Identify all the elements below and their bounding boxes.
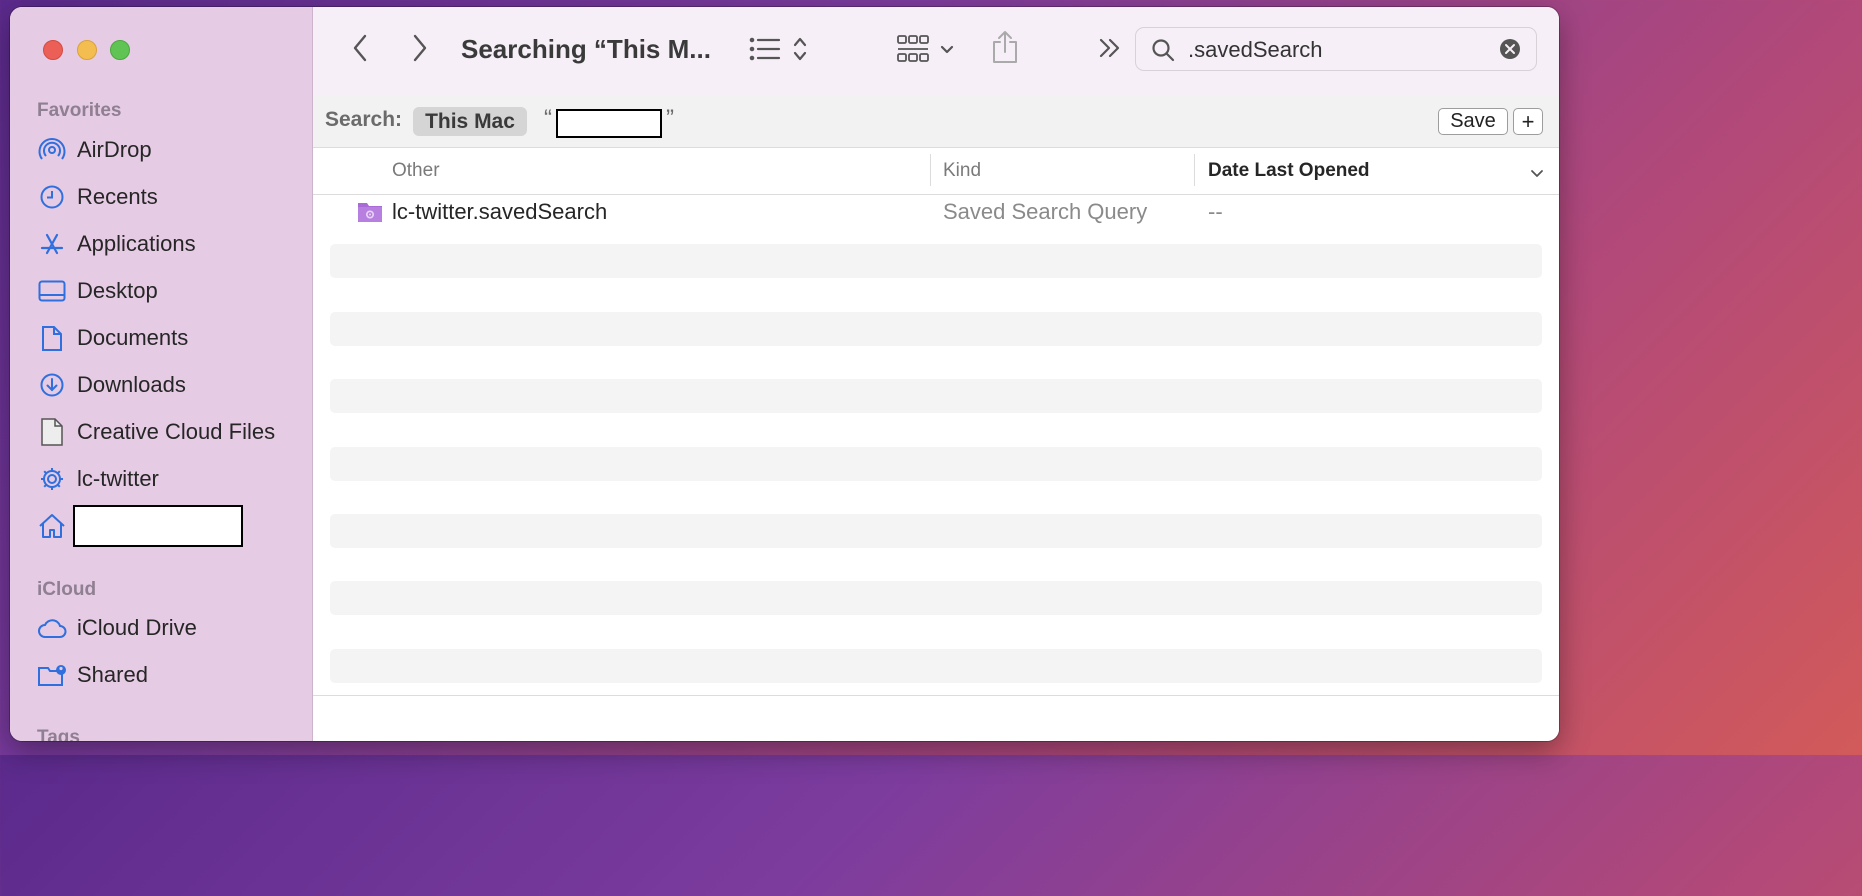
toolbar: Searching “This M... xyxy=(313,7,1559,96)
column-date-last-opened[interactable]: Date Last Opened xyxy=(1208,160,1370,182)
empty-row xyxy=(330,514,1542,548)
chevron-down-icon xyxy=(940,42,954,60)
sidebar-item-label: AirDrop xyxy=(77,137,152,162)
sidebar-item-label: lc-twitter xyxy=(77,466,159,491)
sidebar-item-home[interactable] xyxy=(37,505,302,547)
sidebar-item-label: Documents xyxy=(77,325,189,350)
empty-row xyxy=(330,649,1542,683)
sidebar-item-recents[interactable]: Recents xyxy=(37,177,302,217)
list-view-icon xyxy=(749,37,781,66)
column-divider[interactable] xyxy=(1194,154,1195,186)
view-options-button[interactable] xyxy=(743,34,813,68)
scope-this-mac-button[interactable]: This Mac xyxy=(413,107,527,136)
sidebar-item-shared[interactable]: Shared xyxy=(37,655,302,695)
clear-search-icon[interactable] xyxy=(1499,38,1521,65)
sidebar-item-label: Downloads xyxy=(77,372,186,397)
sidebar-item-label: Recents xyxy=(77,184,158,209)
applications-icon xyxy=(37,230,67,258)
home-icon xyxy=(37,512,67,540)
shared-folder-icon xyxy=(37,661,67,689)
share-button[interactable] xyxy=(988,29,1022,69)
table-row[interactable]: lc-twitter.savedSearch Saved Search Quer… xyxy=(330,195,1542,229)
more-toolbar-items-button[interactable] xyxy=(1095,35,1125,65)
add-criteria-button[interactable]: + xyxy=(1513,108,1543,135)
favorites-header: Favorites xyxy=(37,100,122,121)
open-quote: “ xyxy=(544,105,552,132)
gear-icon xyxy=(37,465,67,493)
file-name: lc-twitter.savedSearch xyxy=(392,199,608,224)
clock-icon xyxy=(37,183,67,211)
file-date: -- xyxy=(1208,199,1223,224)
back-button[interactable] xyxy=(345,34,375,67)
zoom-window-button[interactable] xyxy=(110,40,130,60)
sidebar-item-label: Desktop xyxy=(77,278,158,303)
double-chevron-right-icon xyxy=(1098,37,1122,64)
empty-row xyxy=(330,244,1542,278)
status-bar xyxy=(313,695,1559,741)
save-search-button[interactable]: Save xyxy=(1438,108,1508,135)
search-field xyxy=(1135,27,1537,71)
sidebar-item-documents[interactable]: Documents xyxy=(37,318,302,358)
close-quote: ” xyxy=(666,105,674,132)
sidebar-item-label: Shared xyxy=(77,662,148,687)
sidebar-item-airdrop[interactable]: AirDrop xyxy=(37,130,302,170)
sidebar-item-label: iCloud Drive xyxy=(77,615,197,640)
empty-row xyxy=(330,379,1542,413)
chevron-right-icon xyxy=(412,34,428,67)
desktop-icon xyxy=(37,277,67,305)
search-icon xyxy=(1151,38,1175,67)
sidebar-item-label: Applications xyxy=(77,231,196,256)
column-divider[interactable] xyxy=(930,154,931,186)
empty-row xyxy=(330,312,1542,346)
column-other[interactable]: Other xyxy=(392,160,440,182)
sidebar-item-lc-twitter[interactable]: lc-twitter xyxy=(37,459,302,499)
file-kind: Saved Search Query xyxy=(943,199,1148,224)
document-icon xyxy=(37,324,67,352)
saved-search-folder-icon xyxy=(357,199,383,228)
sidebar-item-creative-cloud-files[interactable]: Creative Cloud Files xyxy=(37,412,302,452)
search-input[interactable] xyxy=(1186,36,1490,64)
forward-button[interactable] xyxy=(405,34,435,67)
cloud-icon xyxy=(37,614,67,642)
finder-window: Favorites AirDrop Recents Applications D… xyxy=(10,7,1559,741)
file-icon xyxy=(37,418,67,446)
search-scope-bar: Search: This Mac “ ” Save + xyxy=(313,95,1559,148)
column-kind[interactable]: Kind xyxy=(943,160,981,182)
empty-row xyxy=(330,581,1542,615)
grid-icon xyxy=(896,34,930,69)
sidebar-item-downloads[interactable]: Downloads xyxy=(37,365,302,405)
sidebar-item-icloud-drive[interactable]: iCloud Drive xyxy=(37,608,302,648)
window-title: Searching “This M... xyxy=(461,34,711,64)
download-icon xyxy=(37,371,67,399)
close-window-button[interactable] xyxy=(43,40,63,60)
share-icon xyxy=(991,30,1019,69)
airdrop-icon xyxy=(37,136,67,164)
empty-row xyxy=(330,447,1542,481)
sidebar-item-applications[interactable]: Applications xyxy=(37,224,302,264)
group-button[interactable] xyxy=(893,34,957,68)
up-down-chevron-icon xyxy=(793,36,807,67)
sidebar-item-desktop[interactable]: Desktop xyxy=(37,271,302,311)
tags-header: Tags xyxy=(37,727,80,741)
sidebar-item-label: Creative Cloud Files xyxy=(77,419,276,444)
search-scope-label: Search: xyxy=(325,108,403,131)
sort-chevron-down-icon[interactable] xyxy=(1530,166,1544,184)
redacted-username xyxy=(73,505,243,547)
icloud-header: iCloud xyxy=(37,579,97,600)
chevron-left-icon xyxy=(352,34,368,67)
file-list: lc-twitter.savedSearch Saved Search Quer… xyxy=(313,195,1559,695)
column-header: Other Kind Date Last Opened xyxy=(313,148,1559,195)
redacted-scope-folder[interactable] xyxy=(556,109,662,138)
sidebar: Favorites AirDrop Recents Applications D… xyxy=(10,7,313,741)
minimize-window-button[interactable] xyxy=(77,40,97,60)
